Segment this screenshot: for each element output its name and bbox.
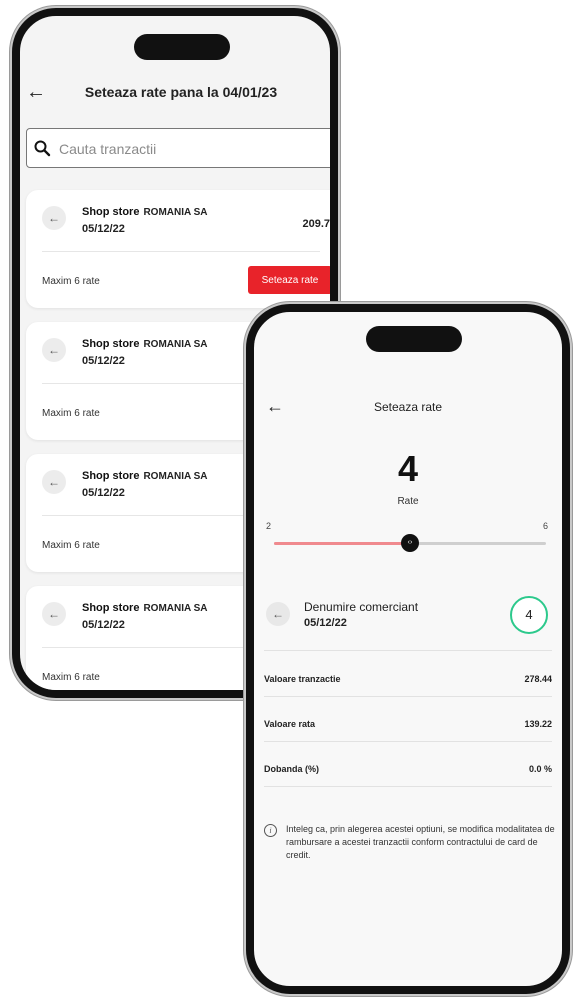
- transaction-card[interactable]: ← Shop store ROMANIA SA 05/12/22 209.7 Ma…: [26, 190, 330, 308]
- merchant-name: Denumire comerciant: [304, 600, 419, 614]
- divider: [264, 786, 552, 787]
- divider: [42, 251, 320, 252]
- transaction-date: 05/12/22: [82, 487, 125, 499]
- interest-label: Dobanda (%): [264, 764, 319, 774]
- installments-slider[interactable]: ‹›: [274, 534, 546, 552]
- slider-min-label: 2: [266, 521, 272, 531]
- transaction-merchant: ROMANIA SA: [143, 471, 208, 482]
- transaction-value: 278.44: [524, 674, 552, 684]
- phone-notch: [366, 326, 462, 352]
- max-installments: Maxim 6 rate: [42, 672, 100, 683]
- transaction-amount: 209.7: [302, 218, 330, 230]
- max-installments: Maxim 6 rate: [42, 276, 100, 287]
- transaction-merchant: ROMANIA SA: [143, 603, 208, 614]
- divider: [264, 696, 552, 697]
- transaction-date: 05/12/22: [82, 355, 125, 367]
- phone-notch: [134, 34, 230, 60]
- slider-thumb-icon[interactable]: ‹›: [401, 534, 419, 552]
- search-bar[interactable]: [26, 128, 330, 168]
- installment-value-label: Valoare rata: [264, 719, 316, 729]
- transaction-name: Shop store ROMANIA SA: [82, 470, 208, 482]
- transaction-date: 05/12/22: [82, 619, 125, 631]
- list-header: ← Seteaza rate pana la 04/01/23: [20, 78, 330, 108]
- installments-badge: 4: [510, 596, 548, 634]
- max-installments: Maxim 6 rate: [42, 408, 100, 419]
- interest-value: 0.0 %: [528, 764, 552, 774]
- arrow-left-circle-icon: ←: [42, 206, 66, 230]
- page-title: Seteaza rate: [373, 400, 443, 414]
- transaction-name: Shop store ROMANIA SA: [82, 206, 208, 218]
- search-input[interactable]: [57, 129, 330, 168]
- max-installments: Maxim 6 rate: [42, 540, 100, 551]
- installment-value: 139.22: [524, 719, 552, 729]
- slider-fill: [274, 542, 410, 545]
- transaction-value-label: Valoare tranzactie: [264, 674, 341, 684]
- arrow-left-circle-icon: ←: [42, 602, 66, 626]
- transaction-merchant: ROMANIA SA: [143, 339, 208, 350]
- merchant-date: 05/12/22: [304, 617, 347, 629]
- arrow-left-circle-icon: ←: [42, 338, 66, 362]
- info-disclaimer: Inteleg ca, prin alegerea acestei optiun…: [286, 824, 555, 860]
- divider: [264, 650, 552, 651]
- selected-installments-count: 4: [397, 448, 419, 489]
- transaction-date: 05/12/22: [82, 223, 125, 235]
- slider-max-label: 6: [542, 521, 548, 531]
- transaction-name: Shop store ROMANIA SA: [82, 602, 208, 614]
- installments-label: Rate: [397, 496, 419, 507]
- divider: [264, 741, 552, 742]
- transaction-merchant: ROMANIA SA: [143, 207, 208, 218]
- set-installments-button[interactable]: Seteaza rate: [248, 266, 330, 294]
- phone-detail-screen: ← Seteaza rate 4 Rate 2 6 ‹› ← Denumire …: [246, 304, 570, 994]
- page-title: Seteaza rate pana la 04/01/23: [84, 84, 278, 100]
- arrow-left-circle-icon: ←: [42, 470, 66, 494]
- transaction-name: Shop store ROMANIA SA: [82, 338, 208, 350]
- info-icon: i: [264, 824, 277, 837]
- arrow-left-circle-icon: ←: [266, 602, 290, 626]
- search-icon: [34, 140, 51, 157]
